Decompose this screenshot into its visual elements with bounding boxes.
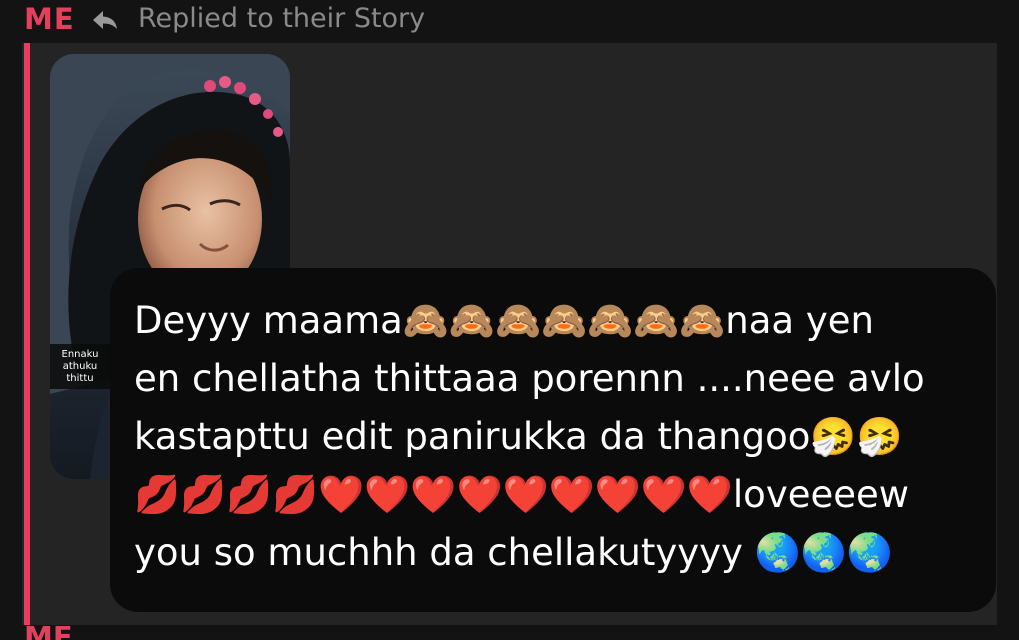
reply-status-text: Replied to their Story <box>138 3 426 34</box>
next-sender-text: ME <box>24 626 73 640</box>
sender-label: ME <box>24 2 75 36</box>
message-text: Deyyy maama🙈🙈🙈🙈🙈🙈🙈naa yen en chellatha t… <box>134 299 925 574</box>
reply-arrow-icon <box>93 11 117 29</box>
sender-accent-line <box>24 43 30 625</box>
next-sender-label: ME <box>24 626 73 640</box>
message-header: ME Replied to their Story <box>0 0 1019 42</box>
story-caption: Ennaku athuku thittu <box>61 349 99 384</box>
